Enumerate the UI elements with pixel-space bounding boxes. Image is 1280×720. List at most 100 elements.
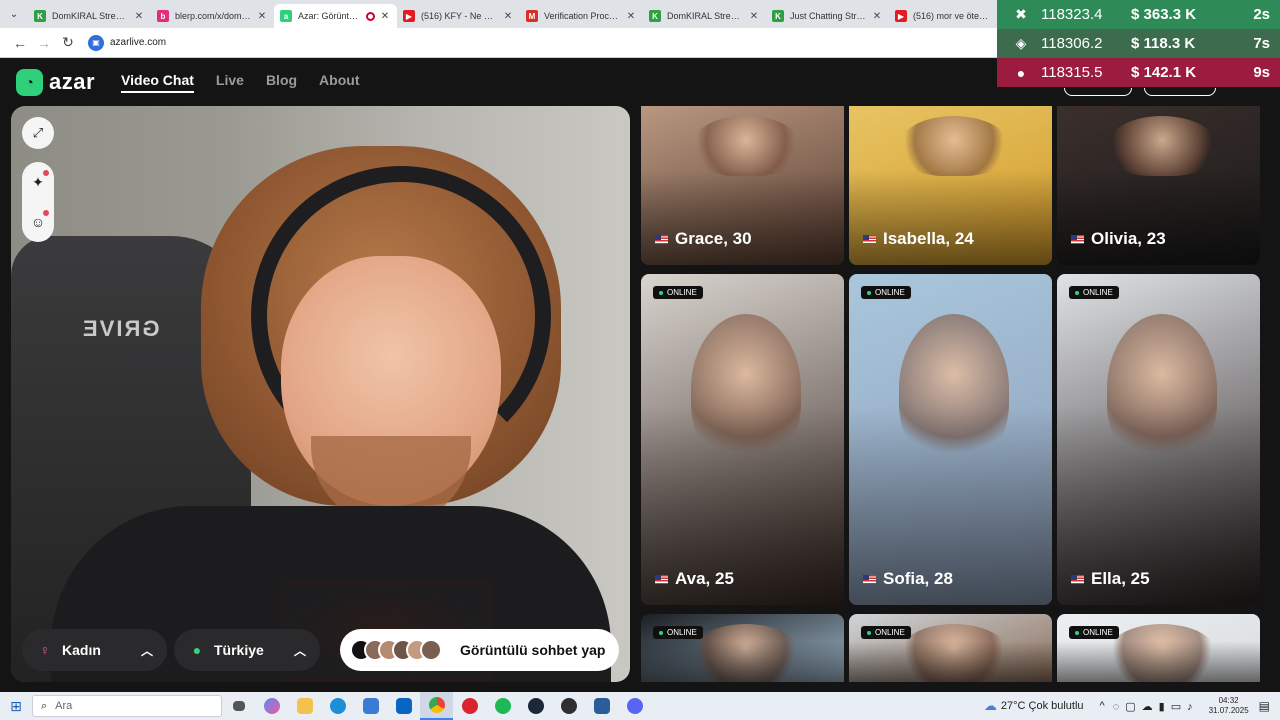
profile-name-text: Ella, 25 xyxy=(1091,569,1150,588)
forward-arrow-icon[interactable]: → xyxy=(32,31,56,55)
card-shade xyxy=(641,169,844,265)
profile-card[interactable]: Isabella, 24 xyxy=(849,106,1052,265)
steam-icon[interactable] xyxy=(519,692,552,720)
taskbar-search[interactable]: ⌕ Ara xyxy=(32,695,222,717)
search-icon: ⌕ xyxy=(41,699,48,712)
us-flag-icon xyxy=(1071,234,1084,244)
profile-card[interactable]: ONLINE xyxy=(641,614,844,682)
notification-icon[interactable]: ▤ xyxy=(1259,699,1270,713)
ticker-price: 118306.2 xyxy=(1041,35,1103,52)
ticker-volume: $ 142.1 K xyxy=(1131,64,1197,81)
tab-title: (516) KFY - Ne Sevmi xyxy=(421,11,498,21)
header-button-2[interactable] xyxy=(1144,88,1216,96)
country-filter-button[interactable]: ● Türkiye ︿ xyxy=(174,629,320,671)
chrome-icon[interactable] xyxy=(420,692,453,720)
tab-close-icon[interactable]: ✕ xyxy=(379,11,391,22)
profile-photo xyxy=(899,116,1009,176)
tab-close-icon[interactable]: ✕ xyxy=(502,11,514,22)
profile-card[interactable]: ONLINE Sofia, 28 xyxy=(849,274,1052,605)
windows-start-icon[interactable]: ⊞ xyxy=(0,692,32,720)
card-shade xyxy=(641,641,844,682)
task-view-icon[interactable] xyxy=(222,692,255,720)
profile-card[interactable]: ONLINE xyxy=(1057,614,1260,682)
profile-card[interactable]: ONLINE Ava, 25 xyxy=(641,274,844,605)
nav-blog[interactable]: Blog xyxy=(266,72,297,93)
tab-close-icon[interactable]: ✕ xyxy=(748,11,760,22)
tab-close-icon[interactable]: ✕ xyxy=(871,11,883,22)
browser-tab[interactable]: M Verification Process ✕ xyxy=(520,4,643,28)
tray-chevron-icon[interactable]: ^ xyxy=(1100,700,1105,712)
browser-tab[interactable]: K DomKIRAL Stream - Y ✕ xyxy=(643,4,766,28)
copilot-icon[interactable] xyxy=(255,692,288,720)
reload-icon[interactable]: ↻ xyxy=(56,31,80,55)
weather-text[interactable]: 27°C Çok bulutlu xyxy=(1001,700,1084,712)
file-explorer-icon[interactable] xyxy=(288,692,321,720)
outlook-icon[interactable] xyxy=(387,692,420,720)
profile-photo xyxy=(1107,116,1217,176)
tab-favicon-icon: M xyxy=(526,10,538,22)
browser-tab[interactable]: b blerp.com/x/domkiral ✕ xyxy=(151,4,274,28)
profile-card[interactable]: Grace, 30 xyxy=(641,106,844,265)
gender-filter-button[interactable]: ♀ Kadın ︿ xyxy=(22,629,167,671)
browser-tab[interactable]: K DomKIRAL Stream - Y ✕ xyxy=(28,4,151,28)
profile-name: Ava, 25 xyxy=(655,569,734,589)
site-info-icon[interactable]: ▣ xyxy=(88,34,104,51)
profile-name: Isabella, 24 xyxy=(863,229,974,249)
ticker-age: 9s xyxy=(1253,64,1270,81)
nav-about[interactable]: About xyxy=(319,72,359,93)
profile-card[interactable]: ONLINE xyxy=(849,614,1052,682)
us-flag-icon xyxy=(655,234,668,244)
profile-card[interactable]: Olivia, 23 xyxy=(1057,106,1260,265)
profile-name-text: Isabella, 24 xyxy=(883,229,974,248)
header-button-1[interactable] xyxy=(1064,88,1132,96)
tab-close-icon[interactable]: ✕ xyxy=(133,11,145,22)
tab-favicon-icon: a xyxy=(280,10,292,22)
ticker-row: ✖ 118323.4 $ 363.3 K 2s xyxy=(997,0,1280,29)
card-shade xyxy=(1057,641,1260,682)
nav-video-chat[interactable]: Video Chat xyxy=(121,72,194,93)
windows-taskbar: ⊞ ⌕ Ara ☁ 27°C Çok bulutlu ^ ◌▢☁▮▭♪ 04:3… xyxy=(0,692,1280,720)
tab-favicon-icon: K xyxy=(772,10,784,22)
tab-title: Just Chatting Stream xyxy=(790,11,867,21)
spotify-icon[interactable] xyxy=(486,692,519,720)
sparkle-effects-icon[interactable]: ✦ xyxy=(22,162,54,202)
ticker-row: ◈ 118306.2 $ 118.3 K 7s xyxy=(997,29,1280,58)
face-filter-icon[interactable]: ☺ xyxy=(22,202,54,242)
tab-search-chevron-icon[interactable]: ⌄ xyxy=(0,0,28,28)
browser-tab[interactable]: a Azar: Görüntülü S ✕ xyxy=(274,4,397,28)
tray-icons[interactable]: ◌▢☁▮▭♪ xyxy=(1113,700,1199,713)
expand-icon[interactable]: ⤢ xyxy=(22,117,54,149)
online-badge: ONLINE xyxy=(861,286,911,299)
opera-icon[interactable] xyxy=(453,692,486,720)
tab-title: Verification Process xyxy=(544,11,621,21)
azar-logo[interactable]: ◔ azar xyxy=(16,68,96,96)
profile-name-text: Sofia, 28 xyxy=(883,569,953,588)
tab-favicon-icon: ▶ xyxy=(403,10,415,22)
profile-card[interactable]: ONLINE Ella, 25 xyxy=(1057,274,1260,605)
clock[interactable]: 04:32 31.07.2025 xyxy=(1209,696,1249,716)
online-badge: ONLINE xyxy=(861,626,911,639)
app-icon[interactable] xyxy=(585,692,618,720)
tab-close-icon[interactable]: ✕ xyxy=(256,11,268,22)
back-arrow-icon[interactable]: ← xyxy=(8,31,32,55)
store-icon[interactable] xyxy=(354,692,387,720)
obs-icon[interactable] xyxy=(552,692,585,720)
start-video-chat-button[interactable]: Görüntülü sohbet yap xyxy=(340,629,619,671)
online-badge: ONLINE xyxy=(1069,626,1119,639)
us-flag-icon xyxy=(863,574,876,584)
edge-icon[interactable] xyxy=(321,692,354,720)
browser-tab[interactable]: K Just Chatting Stream ✕ xyxy=(766,4,889,28)
us-flag-icon xyxy=(655,574,668,584)
browser-tab[interactable]: ▶ (516) KFY - Ne Sevmi ✕ xyxy=(397,4,520,28)
tab-close-icon[interactable]: ✕ xyxy=(625,11,637,22)
online-badge: ONLINE xyxy=(1069,286,1119,299)
card-shade xyxy=(1057,169,1260,265)
tab-title: blerp.com/x/domkiral xyxy=(175,11,252,21)
ticker-price: 118323.4 xyxy=(1041,6,1103,23)
nav-live[interactable]: Live xyxy=(216,72,244,93)
card-shade xyxy=(849,169,1052,265)
logo-text: azar xyxy=(49,69,96,94)
browser-tab[interactable]: ▶(516) mor ve ötesi -✕ xyxy=(889,4,1012,28)
url-field[interactable]: azarlive.com xyxy=(110,37,166,48)
discord-icon[interactable] xyxy=(618,692,651,720)
